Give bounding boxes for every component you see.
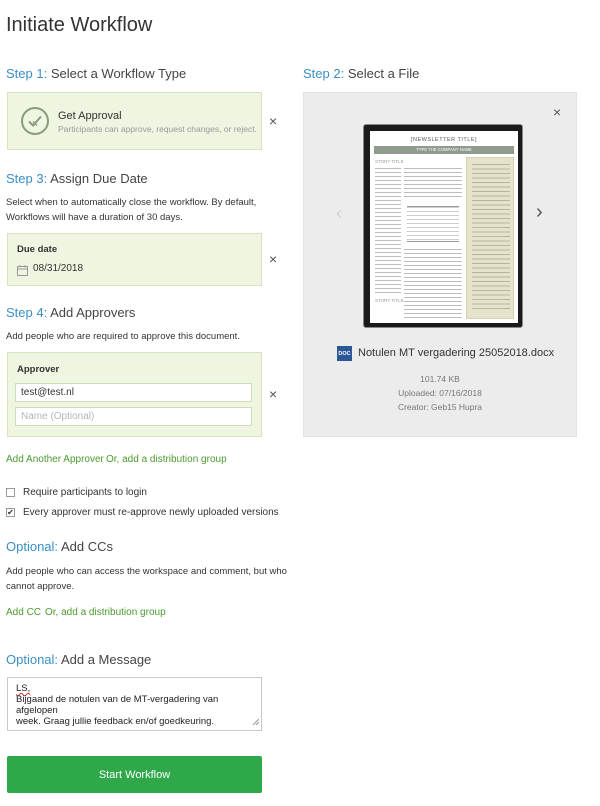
message-line3: week. Graag jullie feedback en/of goedke… [16, 716, 215, 727]
next-file-icon[interactable]: › [536, 201, 543, 224]
step3-heading: Step 3: Assign Due Date [6, 171, 148, 186]
ccs-heading: Optional: Add CCs [6, 539, 113, 554]
due-date-card: Due date 08/31/2018 [7, 233, 262, 286]
add-cc-group-link[interactable]: Or, add a distribution group [45, 607, 166, 618]
document-page: [NEWSLETTER TITLE] TYPE THE COMPANY NAME… [370, 131, 518, 323]
step2-title: Select a File [347, 66, 420, 81]
word-doc-icon: DOC [337, 346, 352, 361]
message-optional-label: Optional: [6, 652, 59, 667]
step4-description: Add people who are required to approve t… [6, 331, 240, 342]
resize-handle-icon[interactable] [252, 717, 260, 728]
message-textarea[interactable]: LS, Bijgaand de notulen van de MT-vergad… [7, 677, 262, 731]
remove-file-button[interactable]: × [553, 105, 561, 119]
reapprove-option[interactable]: ✔ Every approver must re-approve newly u… [6, 507, 279, 518]
reapprove-label: Every approver must re-approve newly upl… [23, 507, 279, 518]
step3-description-line2: Workflows will have a duration of 30 day… [6, 212, 183, 223]
step4-number: Step 4: [6, 305, 48, 320]
message-line1: LS, [16, 683, 31, 694]
step1-heading: Step 1: Select a Workflow Type [6, 66, 186, 81]
approver-name-field[interactable]: Name (Optional) [15, 407, 252, 426]
document-preview[interactable]: [NEWSLETTER TITLE] TYPE THE COMPANY NAME… [363, 124, 523, 328]
column1-text [375, 168, 401, 294]
approval-check-icon [20, 106, 50, 141]
start-workflow-button[interactable]: Start Workflow [7, 756, 262, 793]
file-panel: × ‹ › [NEWSLETTER TITLE] TYPE THE COMPAN… [303, 92, 577, 437]
step2-number: Step 2: [303, 66, 345, 81]
column2-text-bottom [404, 249, 462, 319]
add-cc-link[interactable]: Add CC [6, 607, 41, 618]
ccs-title: Add CCs [60, 539, 113, 554]
remove-workflow-type-button[interactable]: × [269, 114, 277, 128]
file-size: 101.74 KB [420, 374, 460, 384]
step4-heading: Step 4: Add Approvers [6, 305, 135, 320]
file-name: Notulen MT vergadering 25052018.docx [358, 347, 555, 359]
remove-due-date-button[interactable]: × [269, 252, 277, 266]
story-title: STORY TITLE [375, 159, 404, 164]
require-login-option[interactable]: Require participants to login [6, 487, 147, 498]
sidebar-box [466, 157, 514, 319]
page-title: Initiate Workflow [6, 14, 153, 36]
message-line2: Bijgaand de notulen van de MT-vergaderin… [16, 694, 219, 716]
step1-title: Select a Workflow Type [50, 66, 187, 81]
workflow-type-title: Get Approval [58, 110, 122, 122]
step3-title: Assign Due Date [50, 171, 148, 186]
message-heading: Optional: Add a Message [6, 652, 151, 667]
reapprove-checkbox[interactable]: ✔ [6, 508, 15, 517]
workflow-type-card[interactable]: Get Approval Participants can approve, r… [7, 92, 262, 150]
step3-description-line1: Select when to automatically close the w… [6, 197, 257, 208]
company-name-banner: TYPE THE COMPANY NAME [374, 146, 514, 154]
due-date-label: Due date [17, 244, 58, 255]
pull-quote [407, 206, 459, 242]
workflow-type-description: Participants can approve, request change… [58, 124, 257, 134]
add-approver-group-link[interactable]: Or, add a distribution group [106, 454, 227, 465]
step2-heading: Step 2: Select a File [303, 66, 419, 81]
sidebar-text [472, 164, 510, 312]
calendar-icon[interactable] [17, 263, 28, 281]
previous-file-icon[interactable]: ‹ [336, 203, 342, 224]
column2-text-top [404, 168, 462, 198]
ccs-optional-label: Optional: [6, 539, 59, 554]
remove-approver-button[interactable]: × [269, 387, 277, 401]
add-another-approver-link[interactable]: Add Another Approver [6, 454, 104, 465]
newsletter-title: [NEWSLETTER TITLE] [410, 137, 478, 143]
step3-number: Step 3: [6, 171, 48, 186]
step1-number: Step 1: [6, 66, 48, 81]
step3-description: Select when to automatically close the w… [6, 195, 256, 225]
checkmark-icon: ✔ [7, 507, 14, 517]
file-creator: Creator: Geb15 Hupra [397, 402, 483, 412]
story-title-2: STORY TITLE [375, 298, 404, 303]
ccs-description-line2: cannot approve. [6, 581, 75, 592]
due-date-value[interactable]: 08/31/2018 [33, 263, 83, 274]
step4-title: Add Approvers [50, 305, 136, 320]
file-uploaded: Uploaded: 07/16/2018 [398, 388, 482, 398]
approver-email-field[interactable]: test@test.nl [15, 383, 252, 402]
require-login-checkbox[interactable] [6, 488, 15, 497]
ccs-description-line1: Add people who can access the workspace … [6, 566, 287, 577]
message-title: Add a Message [60, 652, 152, 667]
require-login-label: Require participants to login [23, 487, 147, 498]
ccs-description: Add people who can access the workspace … [6, 564, 287, 594]
approver-label: Approver [17, 364, 60, 375]
